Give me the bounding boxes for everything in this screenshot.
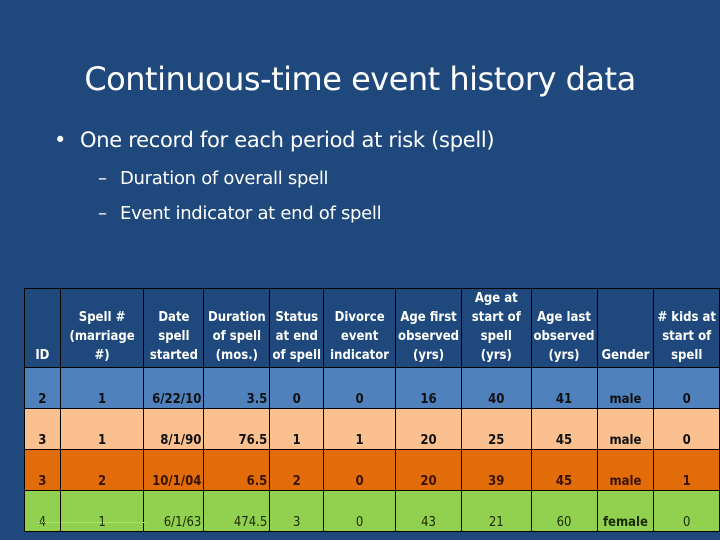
column-header-kids-at-start: # kids at start of spell	[653, 288, 720, 368]
column-header-id: ID	[24, 288, 61, 368]
header-line: Age first	[400, 310, 457, 325]
cell-kids-at-start: 0	[653, 490, 720, 532]
cell-gender: male	[596, 408, 655, 450]
cell-age-last-observed: 60	[530, 490, 598, 532]
cell-age-last-observed: 41	[530, 367, 598, 409]
header-line: observed	[533, 329, 595, 344]
table-row: 2 1 6/22/10 3.5 0 0 16 40 41 male 0	[24, 367, 720, 409]
header-line: spell	[158, 329, 190, 344]
cell-divorce-indicator: 0	[323, 367, 397, 409]
cell-age-at-start: 40	[461, 367, 532, 409]
header-line: (mos.)	[215, 348, 258, 363]
cell-age-first-observed: 20	[395, 449, 463, 491]
cell-age-last-observed: 45	[530, 408, 598, 450]
cell-divorce-indicator: 1	[323, 408, 397, 450]
sub-bullet-item: – Duration of overall spell	[98, 168, 329, 189]
cell-spell-number: 2	[59, 449, 145, 491]
cell-gender: male	[596, 449, 655, 491]
cell-spell-number: 1	[59, 367, 145, 409]
header-line: (yrs)	[413, 348, 445, 363]
column-header-age-last-observed: Age last observed (yrs)	[530, 288, 598, 368]
sub-bullet-text: Duration of overall spell	[120, 168, 329, 189]
cell-status: 1	[269, 408, 325, 450]
header-line: Spell #	[78, 310, 126, 325]
header-line: Duration	[207, 310, 266, 325]
header-line: indicator	[330, 348, 390, 363]
cell-duration: 6.5	[203, 449, 271, 491]
header-line: start of	[662, 329, 712, 344]
cell-age-first-observed: 43	[395, 490, 463, 532]
bullet-icon: •	[54, 128, 67, 152]
cell-date-started: 6/1/63	[143, 490, 205, 532]
cell-date-started: 6/22/10	[143, 367, 205, 409]
header-row: ID Spell # (marriage #) Date spell started Dur…	[24, 288, 720, 368]
column-header-status: Status at end of spell	[269, 288, 325, 368]
dash-icon: –	[98, 203, 107, 224]
header-line: ID	[35, 348, 50, 363]
slide-title: Continuous-time event history data	[84, 60, 636, 98]
cell-kids-at-start: 1	[653, 449, 720, 491]
header-line: observed	[398, 329, 460, 344]
cell-gender: male	[596, 367, 655, 409]
header-line: Gender	[601, 348, 650, 363]
header-line: of spell	[272, 348, 321, 363]
header-line: Age at	[474, 291, 518, 306]
sub-bullet-text: Event indicator at end of spell	[120, 203, 382, 224]
cell-divorce-indicator: 0	[323, 490, 397, 532]
column-header-gender: Gender	[596, 288, 655, 368]
header-line: (yrs)	[548, 348, 580, 363]
header-line: event	[340, 329, 379, 344]
header-line: spell	[671, 348, 703, 363]
bullet-text: One record for each period at risk (spel…	[80, 128, 495, 152]
header-line: Date	[158, 310, 190, 325]
footnote-text	[38, 522, 146, 526]
cell-status: 2	[269, 449, 325, 491]
cell-spell-number: 1	[59, 408, 145, 450]
spell-data-table: ID Spell # (marriage #) Date spell started Dur…	[24, 288, 720, 532]
cell-duration: 3.5	[203, 367, 271, 409]
header-line: started	[149, 348, 198, 363]
cell-age-at-start: 39	[461, 449, 532, 491]
header-line: of spell	[212, 329, 262, 344]
cell-age-first-observed: 16	[395, 367, 463, 409]
header-line: (marriage #)	[69, 329, 135, 363]
cell-age-at-start: 21	[461, 490, 532, 532]
table-row: 3 1 8/1/90 76.5 1 1 20 25 45 male 0	[24, 408, 720, 450]
cell-gender: female	[596, 490, 655, 532]
header-line: # kids at	[657, 310, 716, 325]
cell-duration: 76.5	[203, 408, 271, 450]
table-row: 3 2 10/1/04 6.5 2 0 20 39 45 male 1	[24, 449, 720, 491]
header-line: spell (yrs)	[480, 329, 512, 363]
bullet-item: • One record for each period at risk (spe…	[54, 128, 495, 152]
column-header-spell-number: Spell # (marriage #)	[59, 288, 145, 368]
cell-date-started: 8/1/90	[143, 408, 205, 450]
header-line: at end	[275, 329, 318, 344]
sub-bullet-item: – Event indicator at end of spell	[98, 203, 382, 224]
cell-duration: 474.5	[203, 490, 271, 532]
header-line: Age last	[537, 310, 591, 325]
cell-status: 0	[269, 367, 325, 409]
cell-age-last-observed: 45	[530, 449, 598, 491]
column-header-age-first-observed: Age first observed (yrs)	[395, 288, 463, 368]
header-line: start of	[471, 310, 521, 325]
column-header-divorce-indicator: Divorce event indicator	[323, 288, 397, 368]
cell-date-started: 10/1/04	[143, 449, 205, 491]
cell-id: 3	[24, 408, 61, 450]
cell-divorce-indicator: 0	[323, 449, 397, 491]
header-line: Status	[275, 310, 319, 325]
cell-age-at-start: 25	[461, 408, 532, 450]
cell-kids-at-start: 0	[653, 367, 720, 409]
cell-kids-at-start: 0	[653, 408, 720, 450]
column-header-duration: Duration of spell (mos.)	[203, 288, 271, 368]
cell-id: 2	[24, 367, 61, 409]
cell-status: 3	[269, 490, 325, 532]
cell-id: 3	[24, 449, 61, 491]
column-header-age-at-start: Age at start of spell (yrs)	[461, 288, 532, 368]
column-header-date-started: Date spell started	[143, 288, 205, 368]
header-line: Divorce	[334, 310, 385, 325]
dash-icon: –	[98, 168, 107, 189]
cell-age-first-observed: 20	[395, 408, 463, 450]
